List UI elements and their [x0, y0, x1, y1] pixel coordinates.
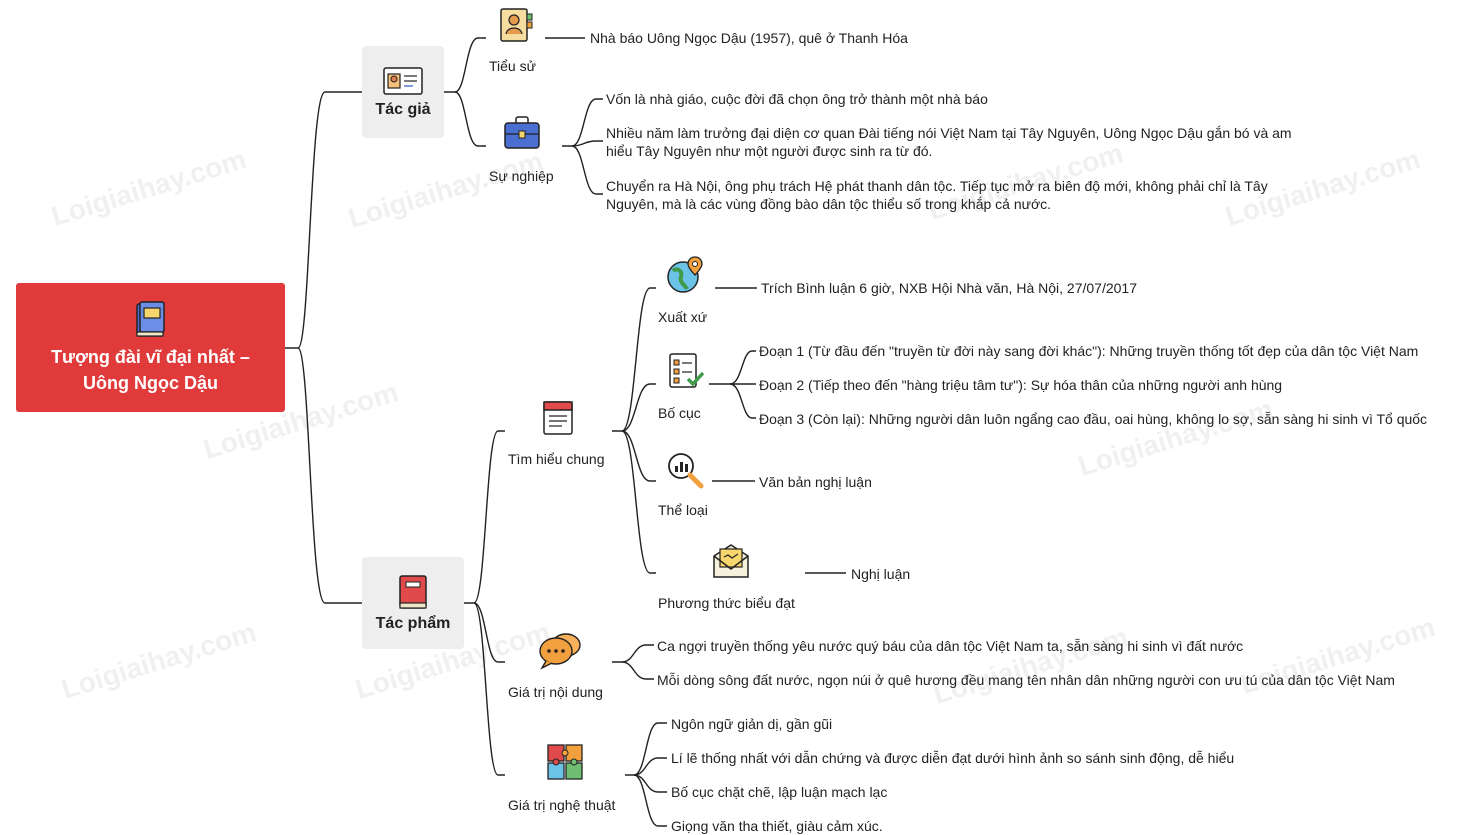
- checklist-icon: [669, 353, 705, 388]
- notebook-icon: [543, 401, 573, 435]
- gia-tri-noi-dung-label: Giá trị nội dung: [508, 684, 603, 700]
- tim-hieu-chung-label: Tìm hiểu chung: [508, 451, 605, 467]
- puzzle-icon: [547, 744, 583, 780]
- briefcase-icon: [504, 116, 540, 149]
- bo-cuc-item-3: Đoạn 3 (Còn lại): Những người dân luôn n…: [759, 411, 1428, 427]
- root-node[interactable]: Tượng đài vĩ đại nhất – Uông Ngọc Dậu: [16, 283, 285, 412]
- envelope-icon: [713, 544, 749, 578]
- root-title: Tượng đài vĩ đại nhất – Uông Ngọc Dậu: [51, 346, 250, 393]
- tac-pham-node[interactable]: Tác phẩm: [362, 557, 464, 649]
- nghe-thuat-item-1: Ngôn ngữ giản dị, gần gũi: [671, 716, 833, 732]
- the-loai-text: Văn bản nghị luận: [759, 474, 872, 490]
- phuong-thuc-text: Nghị luận: [851, 566, 911, 582]
- magnifier-chart-icon: [668, 453, 704, 489]
- bo-cuc-item-2: Đoạn 2 (Tiếp theo đến "hàng triệu tâm tư…: [759, 377, 1283, 393]
- su-nghiep-label: Sự nghiệp: [489, 168, 554, 184]
- tieu-su-text: Nhà báo Uông Ngọc Dậu (1957), quê ở Than…: [590, 30, 908, 46]
- gia-tri-nghe-thuat-label: Giá trị nghệ thuật: [508, 797, 616, 813]
- chat-bubbles-icon: [539, 633, 581, 670]
- id-card-icon: [383, 67, 423, 95]
- su-nghiep-item-1: Vốn là nhà giáo, cuộc đời đã chọn ông tr…: [606, 91, 988, 107]
- noi-dung-item-2: Mỗi dòng sông đất nước, ngọn núi ở quê h…: [657, 672, 1395, 688]
- bo-cuc-label: Bố cục: [658, 405, 701, 421]
- phuong-thuc-label: Phương thức biểu đạt: [658, 595, 795, 611]
- tac-gia-node[interactable]: Tác giả: [362, 46, 444, 138]
- xuat-xu-text: Trích Bình luận 6 giờ, NXB Hội Nhà văn, …: [761, 280, 1137, 296]
- the-loai-label: Thể loại: [658, 502, 708, 518]
- su-nghiep-item-2: Nhiều năm làm trưởng đại diện cơ quan Đà…: [606, 125, 1292, 159]
- tieu-su-label: Tiểu sử: [489, 58, 536, 74]
- nghe-thuat-item-3: Bố cục chặt chẽ, lập luận mạch lạc: [671, 784, 888, 800]
- globe-pin-icon: [667, 256, 703, 293]
- profile-document-icon: [500, 8, 533, 42]
- red-book-icon: [399, 575, 427, 609]
- su-nghiep-item-3: Chuyển ra Hà Nội, ông phụ trách Hệ phát …: [606, 178, 1268, 212]
- book-icon: [135, 300, 165, 337]
- xuat-xu-label: Xuất xứ: [658, 309, 708, 325]
- nghe-thuat-item-4: Giọng văn tha thiết, giàu cảm xúc.: [671, 818, 883, 834]
- noi-dung-item-1: Ca ngợi truyền thống yêu nước quý báu củ…: [657, 638, 1244, 654]
- nghe-thuat-item-2: Lí lẽ thống nhất với dẫn chứng và được d…: [671, 750, 1235, 766]
- bo-cuc-item-1: Đoạn 1 (Từ đầu đến "truyền từ đời này sa…: [759, 343, 1419, 359]
